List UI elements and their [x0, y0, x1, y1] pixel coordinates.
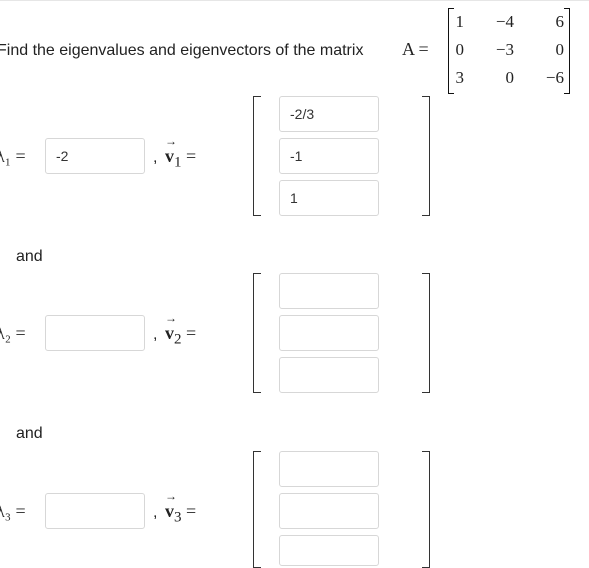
v2-right-bracket [422, 273, 430, 393]
matrix-a: 1 −4 6 0 −3 0 3 0 −6 [448, 8, 570, 94]
matrix-cell: 0 [505, 68, 515, 87]
top-divider [0, 0, 589, 1]
matrix-right-bracket [564, 8, 570, 94]
v2-left-bracket [253, 273, 261, 393]
matrix-cell: 1 [455, 12, 465, 31]
equals-sign: = [186, 146, 197, 166]
v3-component-2-input[interactable] [279, 493, 379, 529]
comma: , [153, 149, 158, 166]
v1-left-bracket [253, 96, 261, 216]
matrix-cell: −6 [545, 68, 564, 87]
equals-sign: = [186, 323, 197, 343]
equals-sign: = [186, 501, 197, 521]
and-text: and [16, 425, 43, 442]
matrix-cell: −3 [495, 40, 514, 59]
v1-right-bracket [422, 96, 430, 216]
lambda2-input[interactable] [45, 315, 145, 351]
v2-component-3-input[interactable] [279, 357, 379, 393]
matrix-cell: 6 [555, 12, 565, 31]
v2-symbol: v [165, 311, 177, 344]
and-text: and [16, 248, 43, 265]
v1-component-3-input[interactable]: 1 [279, 180, 379, 216]
v2-subscript: 2 [174, 331, 182, 348]
v2-label: v2 = [165, 311, 197, 349]
lambda3-label: λ₃ = [0, 501, 26, 521]
matrix-cell: 0 [455, 40, 465, 59]
lambda1-label: λ₁ = [0, 146, 26, 166]
v3-component-1-input[interactable] [279, 451, 379, 487]
v3-right-bracket [422, 451, 430, 568]
lambda1-input[interactable]: -2 [45, 138, 145, 174]
v3-label: v3 = [165, 489, 197, 527]
v3-left-bracket [253, 451, 261, 568]
v1-subscript: 1 [174, 154, 182, 171]
v2-component-1-input[interactable] [279, 273, 379, 309]
question-text: Find the eigenvalues and eigenvectors of… [0, 42, 364, 59]
matrix-symbol: A = [402, 39, 429, 59]
v3-symbol: v [165, 489, 177, 522]
matrix-cell: −4 [495, 12, 514, 31]
v1-component-1-input[interactable]: -2/3 [279, 96, 379, 132]
lambda3-input[interactable] [45, 493, 145, 529]
v3-subscript: 3 [174, 509, 182, 526]
v3-component-3-input[interactable] [279, 535, 379, 566]
v1-label: v1 = [165, 134, 197, 172]
matrix-cell: 0 [555, 40, 565, 59]
v1-component-2-input[interactable]: -1 [279, 138, 379, 174]
matrix-cell: 3 [455, 68, 465, 87]
v1-symbol: v [165, 134, 177, 167]
lambda2-label: λ₂ = [0, 323, 26, 343]
comma: , [153, 504, 158, 521]
comma: , [153, 326, 158, 343]
v2-component-2-input[interactable] [279, 315, 379, 351]
